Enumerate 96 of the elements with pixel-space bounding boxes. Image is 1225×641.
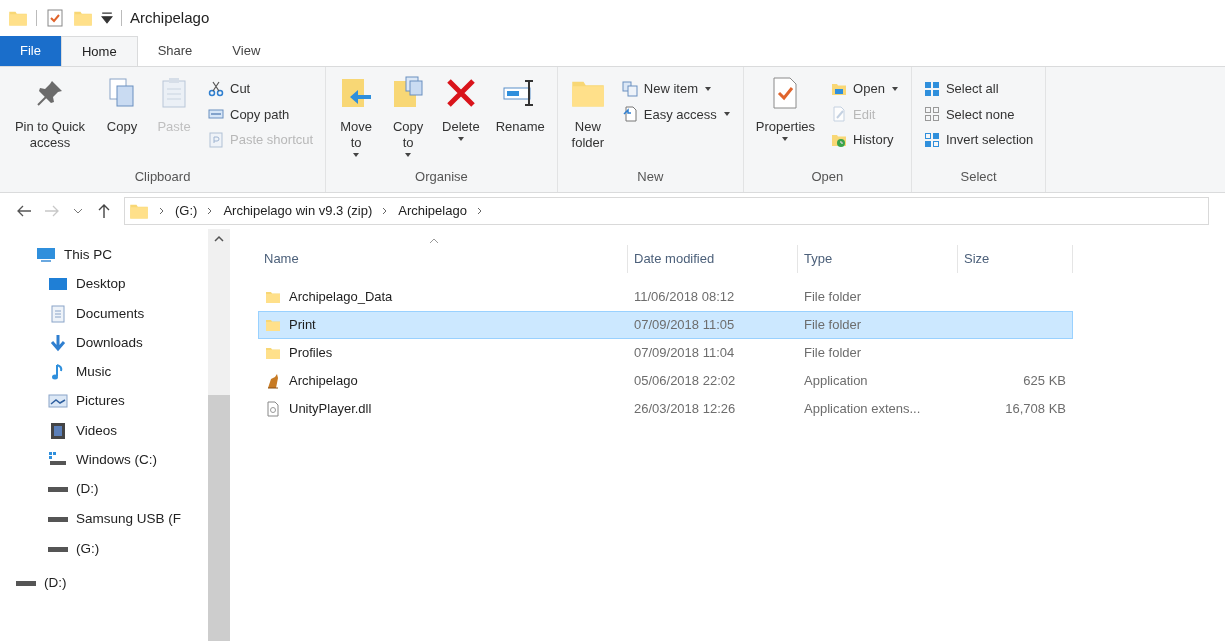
- group-label: Open: [810, 167, 845, 186]
- column-header[interactable]: Name: [258, 245, 628, 273]
- file-row[interactable]: Print 07/09/2018 11:05 File folder: [258, 311, 1073, 339]
- table-cell-text: 16,708 KB: [1005, 400, 1066, 419]
- table-cell-text: File folder: [803, 288, 863, 307]
- file-row[interactable]: Profiles 07/09/2018 11:04 File folder: [258, 339, 1073, 367]
- invert-selection-icon: [923, 131, 940, 148]
- scrollbar[interactable]: [208, 229, 230, 641]
- group-label: Select: [959, 167, 998, 186]
- breadcrumb-item[interactable]: Archipelago: [398, 201, 467, 221]
- address-field[interactable]: (G:) Archipelago win v9.3 (zip) Archipelago: [124, 197, 1209, 225]
- column-header[interactable]: Type: [798, 245, 958, 273]
- table-cell-text: 26/03/2018 12:26: [633, 400, 737, 419]
- ribbon-small-button[interactable]: New item: [617, 79, 735, 99]
- file-row[interactable]: Archipelago_Data 11/06/2018 08:12 File folder: [258, 283, 1073, 311]
- breadcrumb-item[interactable]: Archipelago win v9.3 (zip): [223, 201, 373, 221]
- ribbon-large-button[interactable]: New folder: [565, 75, 610, 151]
- nav-item[interactable]: (D:): [16, 573, 208, 594]
- table-cell-text: 625 KB: [1023, 372, 1066, 391]
- table-cell-text: 07/09/2018 11:04: [633, 344, 736, 363]
- table-cell-text: 07/09/2018 11:05: [633, 316, 736, 335]
- file-row[interactable]: Archipelago 05/06/2018 22:02 Application 625 KB: [258, 367, 1073, 395]
- back-icon[interactable]: [16, 203, 32, 219]
- drive-icon: [48, 517, 68, 522]
- shortcut-icon: [208, 131, 224, 148]
- file-name: Archipelago: [289, 372, 358, 391]
- breadcrumb-item[interactable]: (G:): [175, 201, 198, 221]
- download-icon: [48, 332, 68, 353]
- table-cell-text: 11/06/2018 08:12: [633, 288, 736, 307]
- nav-item[interactable]: Music: [36, 362, 208, 383]
- drive-icon: [48, 547, 68, 552]
- ribbon-tab[interactable]: File: [0, 36, 61, 66]
- nav-item[interactable]: This PC: [36, 245, 208, 266]
- table-cell-text: File folder: [803, 316, 863, 335]
- document-arrow-icon: [621, 106, 638, 123]
- table-cell-text: File folder: [803, 344, 863, 363]
- ribbon-small-button[interactable]: Easy access: [617, 104, 735, 124]
- film-icon: [48, 420, 68, 441]
- table-cell-text: Application extens...: [803, 400, 922, 419]
- nav-item[interactable]: Downloads: [36, 332, 208, 353]
- group-label: Organise: [414, 167, 469, 186]
- ribbon-large-button[interactable]: Properties: [751, 75, 820, 143]
- file-name: Print: [289, 316, 316, 335]
- folder-icon: [265, 289, 281, 305]
- window-title: Archipelago: [130, 7, 210, 28]
- column-header[interactable]: Size: [958, 245, 1073, 273]
- ribbon-small-button[interactable]: History: [827, 130, 903, 150]
- table-cell-text: 05/06/2018 22:02: [633, 372, 737, 391]
- drive-icon: [16, 581, 36, 586]
- ribbon-large-button[interactable]: Copy: [100, 75, 144, 135]
- group-label: New: [636, 167, 665, 186]
- ribbon-tab[interactable]: View: [212, 36, 281, 66]
- ribbon-large-button[interactable]: Delete: [438, 75, 484, 143]
- ribbon-small-button[interactable]: Select all: [919, 79, 1038, 99]
- nav-item[interactable]: Windows (C:): [36, 449, 208, 470]
- ribbon-small-button[interactable]: Copy path: [204, 104, 318, 124]
- caret-icon[interactable]: [101, 12, 113, 24]
- select-all-icon: [923, 80, 940, 97]
- ribbon-small-button[interactable]: Invert selection: [919, 130, 1038, 150]
- properties-icon[interactable]: [45, 8, 65, 28]
- ribbon-small-button[interactable]: Cut: [204, 79, 318, 99]
- ribbon-small-button[interactable]: Open: [827, 79, 903, 99]
- application-icon: [265, 373, 281, 389]
- file-name: UnityPlayer.dll: [289, 400, 372, 419]
- ribbon-tab[interactable]: Share: [137, 36, 213, 66]
- file-icon: [265, 401, 281, 417]
- folder-icon: [265, 345, 281, 361]
- scissors-icon: [208, 80, 224, 97]
- nav-item[interactable]: Pictures: [36, 391, 208, 412]
- sort-up-icon[interactable]: [428, 237, 440, 245]
- nav-item[interactable]: Videos: [36, 420, 208, 441]
- ribbon-large-button[interactable]: Rename: [491, 75, 549, 135]
- column-header[interactable]: Date modified: [628, 245, 798, 273]
- scroll-thumb[interactable]: [208, 395, 230, 641]
- ribbon-large-button[interactable]: Pin to Quick access: [8, 75, 92, 151]
- nav-item[interactable]: Documents: [36, 303, 208, 324]
- select-none-icon: [923, 106, 940, 123]
- folder-icon: [265, 317, 281, 333]
- up-arrow-icon[interactable]: [96, 203, 112, 219]
- ribbon-large-button[interactable]: Move to: [334, 75, 379, 159]
- edit-icon: [831, 106, 848, 123]
- table-cell-text: Application: [803, 372, 869, 391]
- nav-item[interactable]: (G:): [36, 539, 208, 560]
- file-name: Archipelago_Data: [289, 288, 393, 307]
- group-label: Clipboard: [133, 167, 192, 186]
- nav-item[interactable]: (D:): [36, 479, 208, 500]
- ribbon-small-button[interactable]: Select none: [919, 104, 1038, 124]
- ribbon-tab[interactable]: Home: [60, 36, 138, 66]
- file-name: Profiles: [289, 344, 333, 363]
- ribbon-large-button[interactable]: Copy to: [386, 75, 431, 159]
- file-row[interactable]: UnityPlayer.dll 26/03/2018 12:26 Application extens... 16,708 KB: [258, 395, 1073, 423]
- nav-item[interactable]: Samsung USB (F: [36, 509, 208, 530]
- new-item-icon: [621, 80, 638, 97]
- drive-icon: [48, 487, 68, 492]
- document-icon: [48, 303, 68, 324]
- nav-item[interactable]: Desktop: [36, 274, 208, 295]
